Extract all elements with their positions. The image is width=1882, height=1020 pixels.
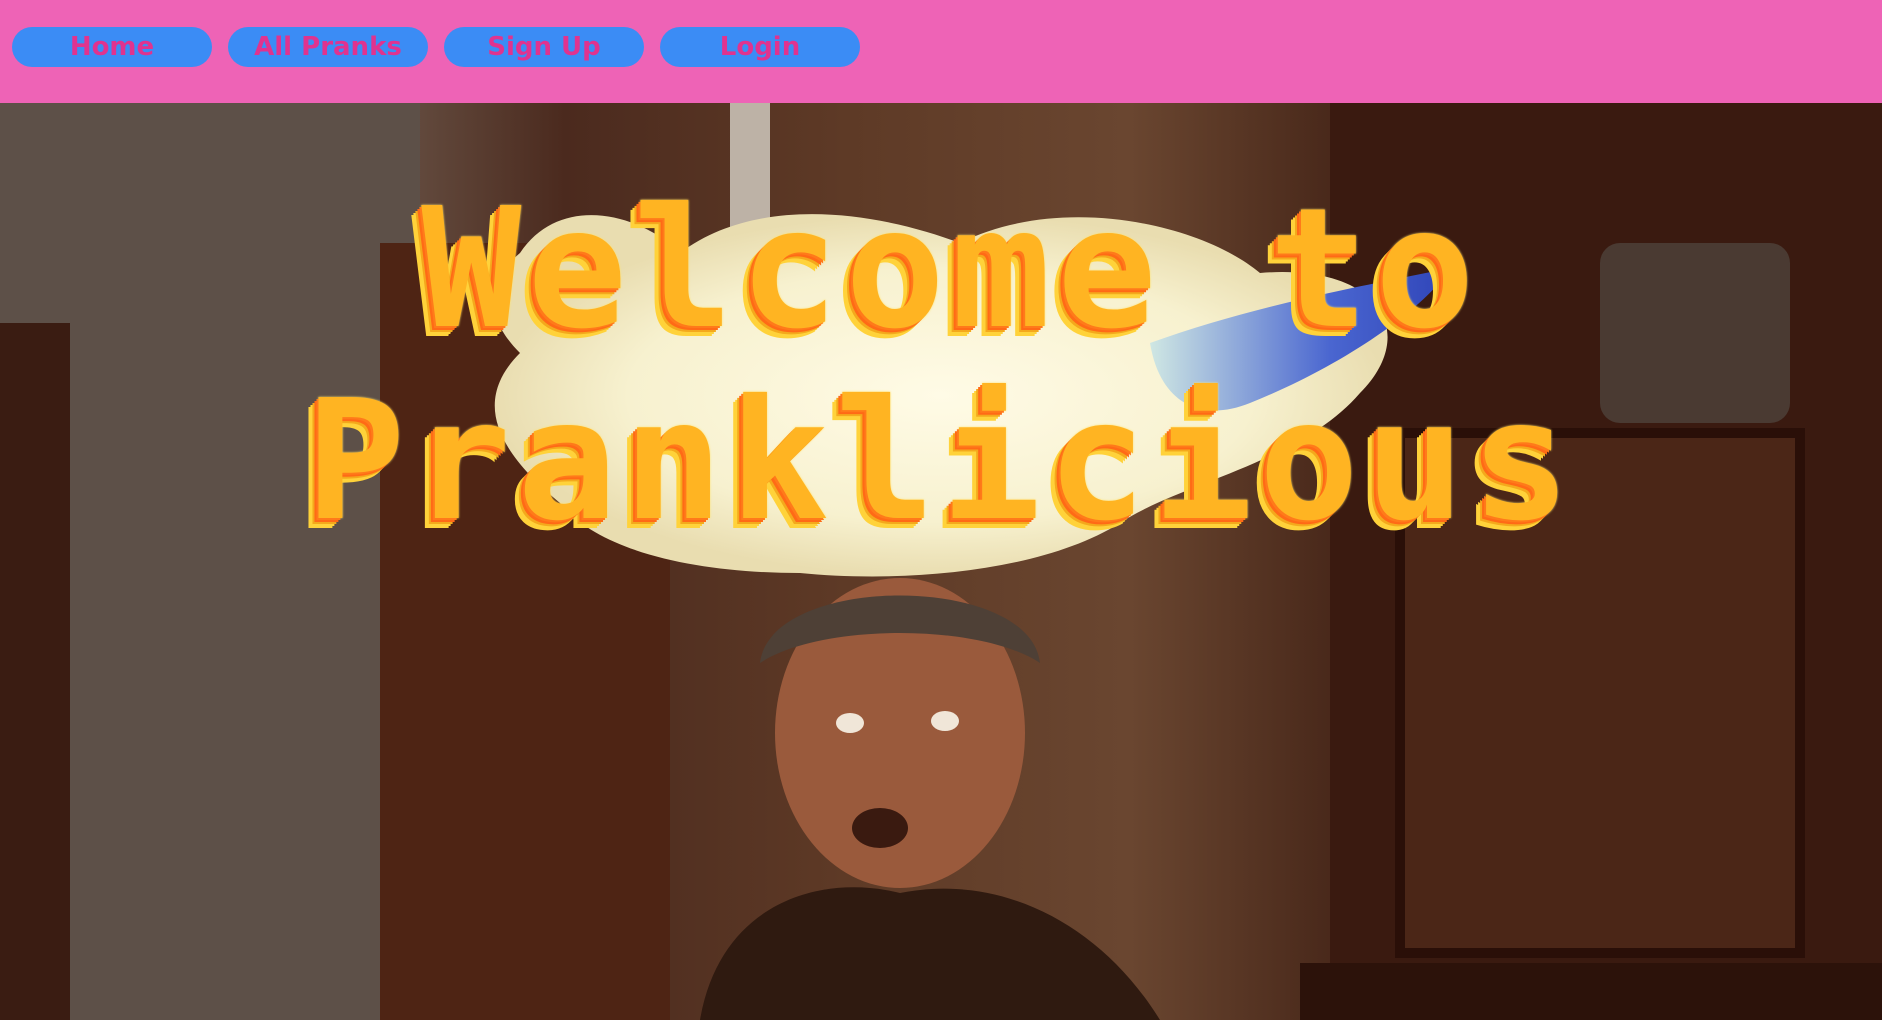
nav-home-button[interactable]: Home bbox=[12, 27, 212, 67]
hero-title: Welcome to Pranklicious bbox=[0, 103, 1882, 1020]
nav-login-button[interactable]: Login bbox=[660, 27, 860, 67]
nav-list: Home All Pranks Sign Up Login bbox=[12, 27, 860, 67]
title-line-welcome: Welcome to bbox=[421, 173, 1481, 366]
title-line-brand: Pranklicious bbox=[305, 365, 1577, 558]
nav-all-pranks-button[interactable]: All Pranks bbox=[228, 27, 428, 67]
navbar: Home All Pranks Sign Up Login bbox=[0, 0, 1882, 103]
nav-sign-up-button[interactable]: Sign Up bbox=[444, 27, 644, 67]
hero-background-image: Welcome to Pranklicious bbox=[0, 103, 1882, 1020]
